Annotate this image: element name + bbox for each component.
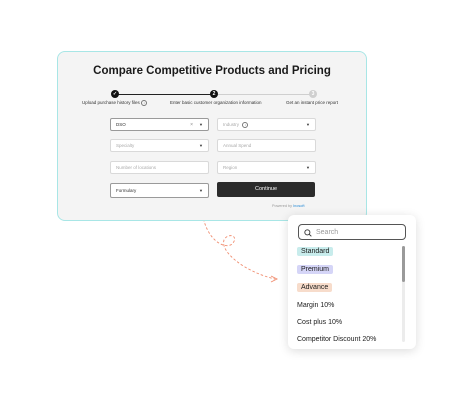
clear-icon[interactable]: × (190, 119, 193, 131)
option-tag: Standard (297, 247, 334, 256)
powered-by-brand[interactable]: Inosoft (293, 204, 304, 208)
continue-button[interactable]: Continue (217, 182, 315, 197)
step-1-check-icon: ✓ (111, 90, 119, 98)
option-premium[interactable]: Premium (297, 265, 334, 274)
step-line-done (117, 94, 213, 95)
step-3-indicator: 3 (309, 90, 317, 98)
option-margin[interactable]: Margin 10% (297, 302, 334, 309)
annual-spend-input[interactable]: Annual Spend (217, 139, 316, 152)
option-advance[interactable]: Advance (297, 283, 333, 292)
info-icon[interactable]: i (242, 121, 249, 128)
option-tag: Premium (297, 265, 334, 274)
chevron-down-icon[interactable]: ▼ (306, 119, 310, 131)
info-icon[interactable]: i (141, 100, 148, 106)
step-line-pending (218, 94, 313, 95)
specialty-select[interactable]: Specialty ▼ (110, 139, 209, 152)
step-2-label: Enter basic customer organization inform… (170, 100, 262, 105)
annual-spend-placeholder: Annual Spend (223, 143, 252, 148)
search-input[interactable]: Search (298, 224, 406, 240)
chevron-down-icon[interactable]: ▼ (306, 162, 310, 174)
step-2-indicator: 2 (210, 90, 218, 98)
chevron-down-icon[interactable]: ▼ (199, 140, 203, 152)
step-1-label-text: Upload purchase history files (82, 100, 140, 106)
dso-select[interactable]: DSO × ▼ (110, 118, 209, 131)
search-icon (304, 228, 312, 237)
region-select[interactable]: Region ▼ (217, 161, 316, 174)
powered-by-text: Powered by (272, 204, 293, 208)
step-3-label: Get an instant price report (286, 100, 339, 105)
option-competitor-discount[interactable]: Competitor Discount 20% (297, 336, 376, 343)
formulary-placeholder: Formulary (116, 188, 137, 193)
industry-placeholder: Industry (223, 122, 240, 127)
chevron-down-icon[interactable]: ▼ (199, 119, 203, 131)
chevron-down-icon[interactable]: ▼ (199, 184, 203, 198)
industry-select[interactable]: Industry i ▼ (217, 118, 316, 131)
formulary-dropdown-panel: Search Standard Premium Advance Margin 1… (288, 215, 416, 349)
locations-input[interactable]: Number of locations (110, 161, 209, 174)
option-tag: Advance (297, 283, 333, 292)
option-standard[interactable]: Standard (297, 247, 334, 256)
search-placeholder: Search (316, 229, 339, 236)
region-placeholder: Region (223, 165, 238, 170)
specialty-placeholder: Specialty (116, 143, 135, 148)
powered-by: Powered by Inosoft (272, 204, 305, 208)
form-card: Compare Competitive Products and Pricing… (57, 51, 367, 221)
option-cost-plus[interactable]: Cost plus 10% (297, 319, 342, 326)
locations-placeholder: Number of locations (116, 165, 157, 170)
step-1-label: Upload purchase history files i (82, 100, 148, 106)
page-title: Compare Competitive Products and Pricing (93, 65, 331, 77)
dso-value: DSO (116, 122, 126, 127)
formulary-select[interactable]: Formulary ▼ (110, 183, 209, 198)
scrollbar-thumb[interactable] (402, 246, 405, 282)
